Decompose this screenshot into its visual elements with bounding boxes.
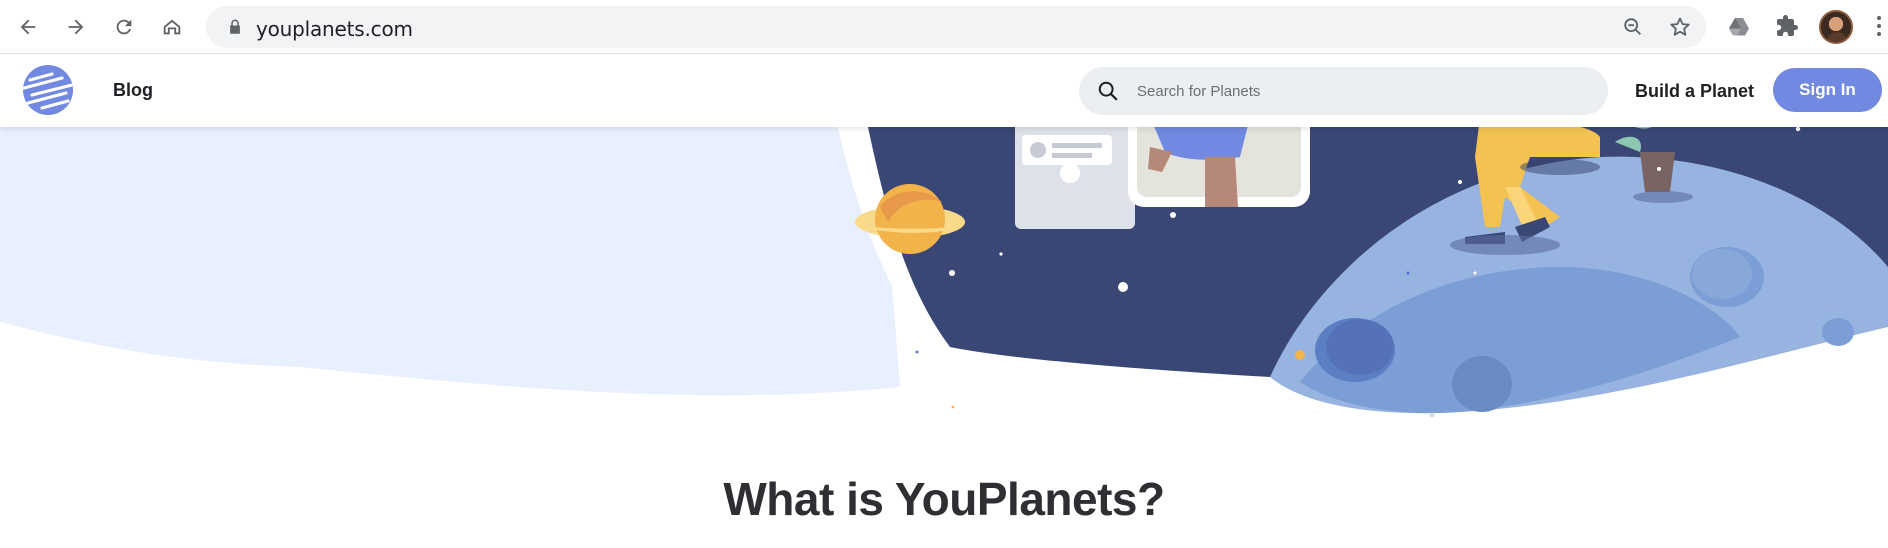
forward-arrow-icon	[68, 19, 84, 35]
back-arrow-icon	[20, 19, 36, 35]
section-title: What is YouPlanets?	[723, 473, 1165, 525]
site-header: Blog Build a Planet Sign In	[0, 55, 1888, 127]
puzzle-icon[interactable]	[1775, 14, 1799, 38]
home-icon	[163, 19, 181, 35]
search-icon[interactable]	[1097, 80, 1119, 102]
space-scene-illustration	[0, 127, 1888, 418]
reload-button[interactable]	[107, 10, 141, 44]
nav-blog-link[interactable]: Blog	[113, 80, 153, 101]
google-drive-icon[interactable]	[1727, 15, 1751, 39]
youplanets-logo-icon[interactable]	[22, 64, 74, 116]
chrome-menu-icon[interactable]	[1876, 16, 1882, 38]
forward-button[interactable]	[59, 10, 93, 44]
reload-icon	[116, 19, 132, 35]
star-icon[interactable]	[1668, 15, 1692, 39]
browser-toolbar: youplanets.com	[0, 0, 1888, 54]
url-text[interactable]: youplanets.com	[256, 17, 413, 41]
back-button[interactable]	[11, 10, 45, 44]
sign-in-button[interactable]: Sign In	[1773, 68, 1882, 112]
home-button[interactable]	[155, 10, 189, 44]
build-a-planet-link[interactable]: Build a Planet	[1635, 81, 1754, 102]
lock-icon[interactable]	[226, 18, 244, 36]
planet-search[interactable]	[1079, 67, 1608, 115]
search-input[interactable]	[1137, 67, 1587, 115]
zoom-out-icon[interactable]	[1622, 16, 1644, 38]
profile-avatar[interactable]	[1819, 10, 1853, 44]
address-bar[interactable]: youplanets.com	[206, 6, 1706, 48]
hero-illustration	[0, 127, 1888, 427]
